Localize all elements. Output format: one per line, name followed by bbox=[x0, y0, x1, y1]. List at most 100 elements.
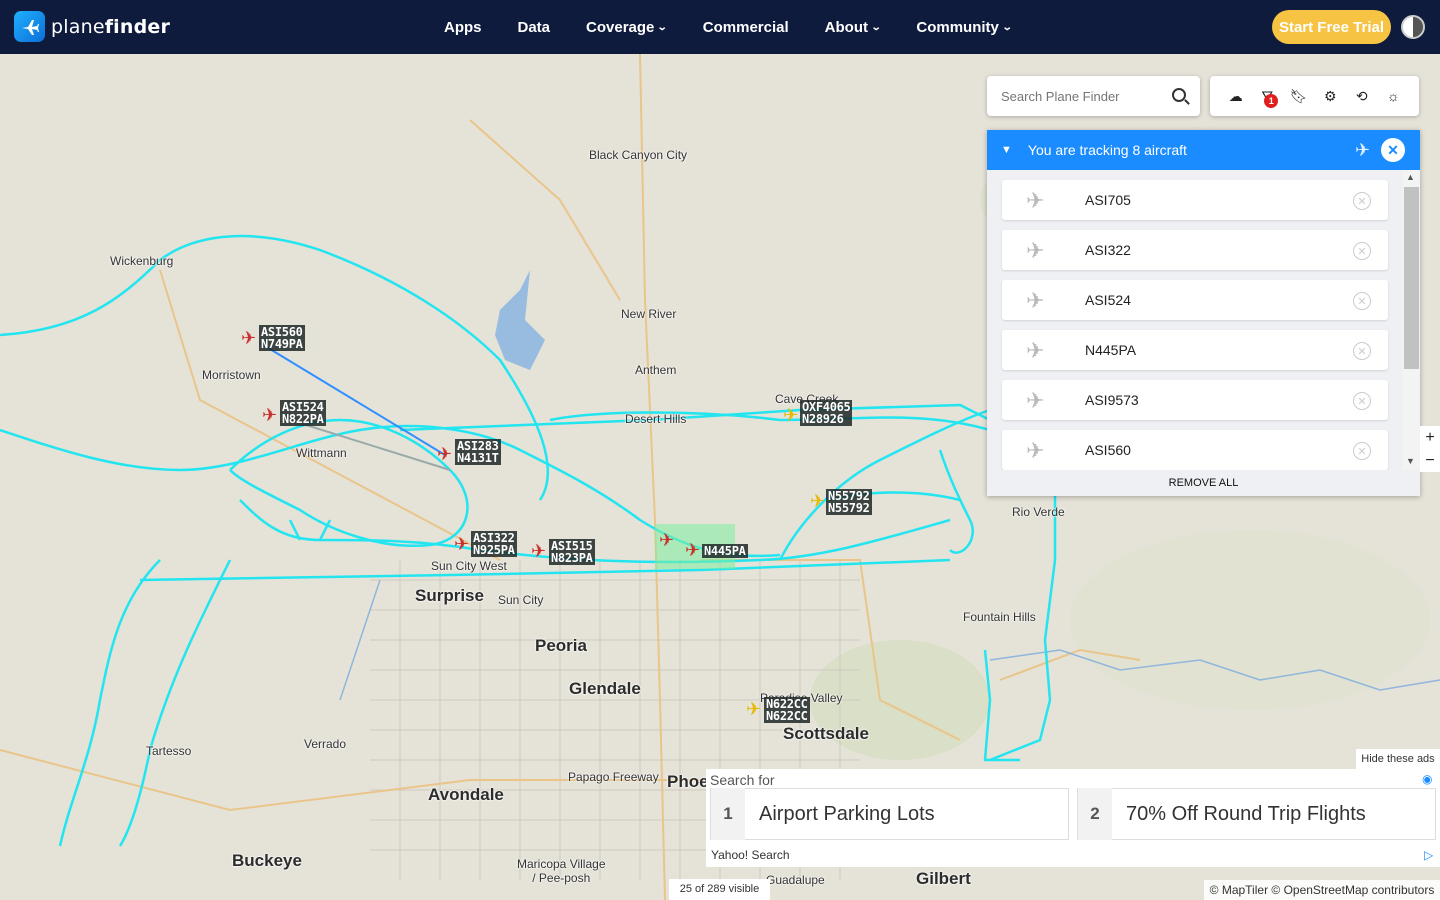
place-label: Tartesso bbox=[146, 744, 192, 758]
plane-icon: ✈ bbox=[1026, 188, 1045, 213]
top-navigation-bar: planefinder Apps Data Coverage ⌄ Commerci… bbox=[0, 0, 1440, 54]
place-label: Anthem bbox=[635, 363, 677, 377]
filter-icon[interactable]: ⛛1 bbox=[1257, 86, 1279, 108]
tracked-aircraft-item[interactable]: ✈ ASI9573 ✕ bbox=[1002, 380, 1388, 420]
bookmark-icon[interactable]: 🔖︎ bbox=[1289, 86, 1309, 106]
aircraft-icon[interactable]: ✈ bbox=[810, 492, 825, 510]
place-label: Peoria bbox=[535, 636, 587, 655]
aircraft-label[interactable]: N622CC N622CC bbox=[764, 697, 810, 723]
eye-icon[interactable]: ◉ bbox=[1422, 772, 1432, 786]
settings-icon[interactable]: ⚙ bbox=[1320, 86, 1340, 106]
place-label: Verrado bbox=[304, 737, 347, 751]
tracking-scrollbar[interactable]: ▲ ▼ bbox=[1403, 170, 1420, 470]
aircraft-label[interactable]: ASI322 N925PA bbox=[471, 531, 517, 557]
nav-commercial[interactable]: Commercial bbox=[703, 19, 789, 36]
aircraft-icon[interactable]: ✈ bbox=[746, 700, 761, 718]
place-label: Glendale bbox=[569, 679, 641, 698]
place-label: Desert Hills bbox=[625, 412, 687, 426]
search-box bbox=[987, 76, 1200, 116]
tracking-title: You are tracking 8 aircraft bbox=[1027, 142, 1187, 158]
user-avatar[interactable] bbox=[1401, 15, 1425, 39]
main-nav: Apps Data Coverage ⌄ Commercial About ⌄ Co… bbox=[444, 0, 1047, 54]
place-label: Wickenburg bbox=[110, 254, 174, 268]
plane-icon: ✈ bbox=[1026, 338, 1045, 363]
chevron-down-icon: ⌄ bbox=[1001, 21, 1013, 33]
ad-item-1[interactable]: 1 Airport Parking Lots bbox=[710, 788, 1069, 840]
aircraft-label[interactable]: ASI524 N822PA bbox=[280, 400, 326, 426]
aircraft-icon[interactable]: ✈ bbox=[659, 531, 674, 549]
aircraft-icon[interactable]: ✈ bbox=[454, 535, 469, 553]
nav-coverage[interactable]: Coverage ⌄ bbox=[586, 19, 669, 36]
chevron-down-icon: ⌄ bbox=[870, 21, 882, 33]
tracking-header[interactable]: ▼ You are tracking 8 aircraft ✈ ✕ bbox=[987, 130, 1420, 170]
aircraft-icon[interactable]: ✈ bbox=[262, 406, 277, 424]
aircraft-icon[interactable]: ✈ bbox=[531, 542, 546, 560]
aircraft-label[interactable]: ASI515 N823PA bbox=[549, 539, 595, 565]
aircraft-icon[interactable]: ✈ bbox=[437, 445, 452, 463]
tracked-aircraft-item[interactable]: ✈ ASI705 ✕ bbox=[1002, 180, 1388, 220]
place-label: Buckeye bbox=[232, 851, 302, 870]
cloud-icon[interactable]: ☁ bbox=[1226, 86, 1246, 106]
scroll-down-icon[interactable]: ▼ bbox=[1406, 456, 1415, 466]
plane-icon: ✈ bbox=[1026, 238, 1045, 263]
aircraft-label[interactable]: ASI560 N749PA bbox=[259, 325, 305, 351]
remove-icon[interactable]: ✕ bbox=[1353, 392, 1371, 410]
place-label: Wittmann bbox=[296, 446, 347, 460]
plane-icon: ✈ bbox=[1026, 288, 1045, 313]
map-attribution[interactable]: © MapTiler © OpenStreetMap contributors bbox=[1204, 880, 1440, 900]
nav-apps[interactable]: Apps bbox=[444, 19, 482, 36]
place-label: New River bbox=[621, 307, 677, 321]
zoom-in-button[interactable]: + bbox=[1420, 426, 1440, 449]
remove-icon[interactable]: ✕ bbox=[1353, 292, 1371, 310]
search-icon[interactable] bbox=[1172, 88, 1186, 102]
start-free-trial-button[interactable]: Start Free Trial bbox=[1272, 10, 1391, 44]
map-toolbar: ☁ ⛛1 🔖︎ ⚙ ⟲ ☼ bbox=[1210, 76, 1419, 116]
close-icon[interactable]: ✕ bbox=[1381, 138, 1405, 162]
nav-about[interactable]: About ⌄ bbox=[825, 19, 882, 36]
history-icon[interactable]: ⟲ bbox=[1352, 86, 1372, 106]
remove-icon[interactable]: ✕ bbox=[1353, 442, 1371, 460]
place-label: Sun City West bbox=[431, 559, 507, 573]
ad-item-2[interactable]: 2 70% Off Round Trip Flights bbox=[1077, 788, 1436, 840]
nav-community[interactable]: Community ⌄ bbox=[916, 19, 1013, 36]
logo-plane-icon bbox=[14, 11, 45, 42]
tracking-panel: ▼ You are tracking 8 aircraft ✈ ✕ ✈ ASI70… bbox=[987, 130, 1420, 496]
remove-all-button[interactable]: REMOVE ALL bbox=[987, 470, 1420, 496]
tracked-aircraft-item[interactable]: ✈ N445PA ✕ bbox=[1002, 330, 1388, 370]
search-input[interactable] bbox=[1001, 88, 1166, 104]
scroll-thumb[interactable] bbox=[1404, 187, 1419, 369]
weather-icon[interactable]: ☼ bbox=[1383, 86, 1403, 106]
planefinder-logo[interactable]: planefinder bbox=[14, 11, 170, 42]
remove-icon[interactable]: ✕ bbox=[1353, 192, 1371, 210]
zoom-control: + − bbox=[1420, 426, 1440, 472]
tracked-aircraft-item[interactable]: ✈ ASI560 ✕ bbox=[1002, 430, 1388, 470]
hide-ads-link[interactable]: Hide these ads bbox=[1356, 749, 1440, 769]
aircraft-label[interactable]: N55792 N55792 bbox=[826, 489, 872, 515]
ad-search-for: Search for bbox=[710, 772, 775, 788]
aircraft-icon[interactable]: ✈ bbox=[685, 541, 700, 559]
aircraft-label[interactable]: OXF4065 N28926 bbox=[800, 400, 853, 426]
scroll-up-icon[interactable]: ▲ bbox=[1406, 172, 1415, 182]
remove-icon[interactable]: ✕ bbox=[1353, 242, 1371, 260]
remove-icon[interactable]: ✕ bbox=[1353, 342, 1371, 360]
tracked-aircraft-item[interactable]: ✈ ASI524 ✕ bbox=[1002, 280, 1388, 320]
adchoices-icon[interactable]: ▷ bbox=[1424, 848, 1433, 862]
place-label: Phoe bbox=[667, 772, 709, 791]
place-label: Fountain Hills bbox=[963, 610, 1036, 624]
aircraft-icon[interactable]: ✈ bbox=[783, 406, 798, 424]
place-label: Black Canyon City bbox=[589, 148, 688, 162]
place-label: Surprise bbox=[415, 586, 484, 605]
chevron-down-icon[interactable]: ▼ bbox=[1001, 144, 1012, 156]
tracked-aircraft-item[interactable]: ✈ ASI322 ✕ bbox=[1002, 230, 1388, 270]
plane-icon: ✈ bbox=[1026, 438, 1045, 463]
tracking-list: ✈ ASI705 ✕ ✈ ASI322 ✕ ✈ ASI524 ✕ ✈ N445PA ✕ ✈ ASI… bbox=[987, 170, 1420, 470]
zoom-out-button[interactable]: − bbox=[1420, 449, 1440, 472]
aircraft-label[interactable]: N445PA bbox=[702, 544, 748, 558]
aircraft-label[interactable]: ASI283 N4131T bbox=[455, 439, 501, 465]
aircraft-icon[interactable]: ✈ bbox=[241, 329, 256, 347]
nav-data[interactable]: Data bbox=[518, 19, 551, 36]
place-label: Sun City bbox=[498, 593, 544, 607]
place-label: Maricopa Village / Pee-posh bbox=[517, 857, 606, 885]
chevron-down-icon: ⌄ bbox=[657, 21, 669, 33]
plane-outline-icon[interactable]: ✈ bbox=[1355, 140, 1370, 161]
